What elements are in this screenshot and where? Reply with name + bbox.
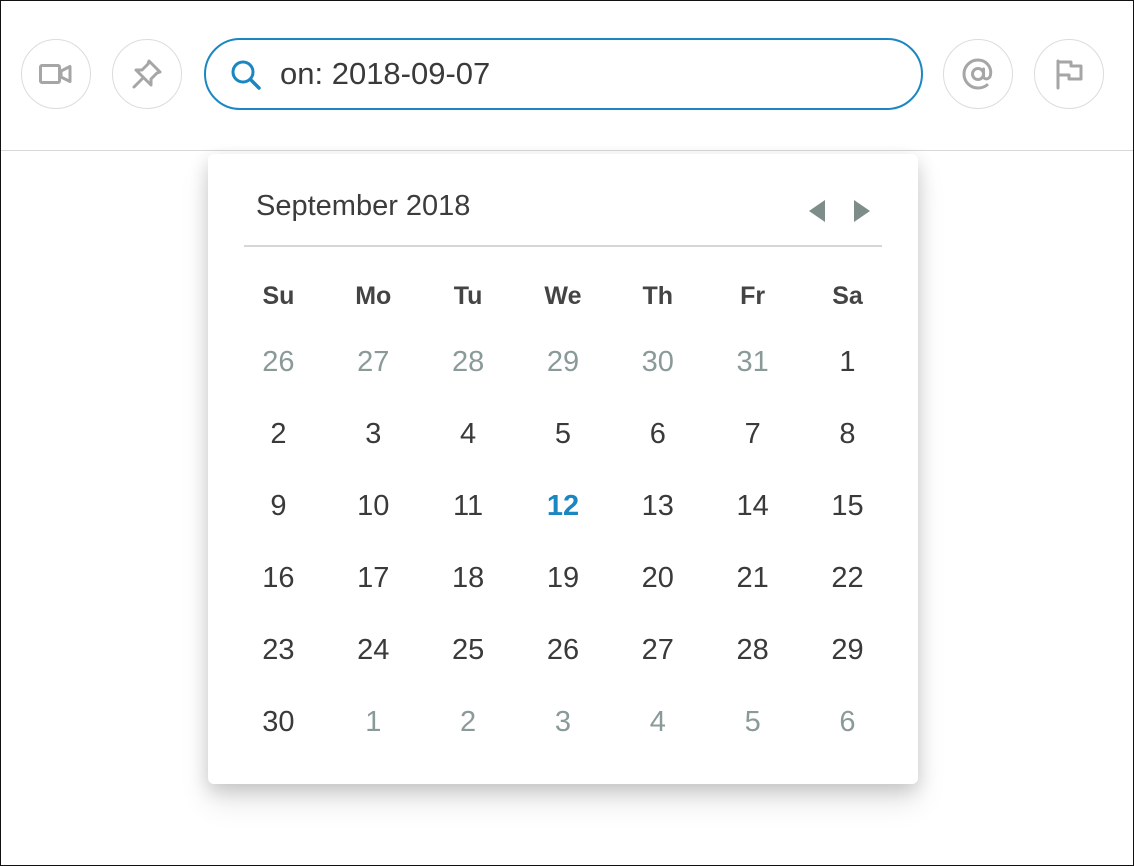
calendar-day-today[interactable]: 12 [516, 470, 611, 542]
calendar-day-outside-month[interactable]: 27 [326, 326, 421, 398]
weekday-label: Tu [453, 282, 483, 310]
calendar-day-outside-month[interactable]: 1 [326, 686, 421, 758]
calendar-day[interactable]: 16 [231, 542, 326, 614]
calendar-day[interactable]: 21 [705, 542, 800, 614]
weekday-label: Th [642, 282, 674, 310]
calendar-day[interactable]: 19 [516, 542, 611, 614]
calendar-day[interactable]: 22 [800, 542, 895, 614]
calendar-day[interactable]: 28 [705, 614, 800, 686]
calendar-day-outside-month[interactable]: 30 [610, 326, 705, 398]
weekday-label: Sa [832, 282, 863, 310]
next-month-button[interactable] [851, 198, 873, 224]
weekday-label: We [544, 282, 582, 310]
calendar-day[interactable]: 29 [800, 614, 895, 686]
weekday-label: Su [262, 282, 295, 310]
previous-month-button[interactable] [806, 198, 828, 224]
calendar-month-title: September 2018 [256, 190, 471, 222]
calendar-day-outside-month[interactable]: 4 [610, 686, 705, 758]
flagged-posts-button[interactable] [1034, 39, 1104, 109]
calendar-day[interactable]: 6 [610, 398, 705, 470]
calendar-day-outside-month[interactable]: 3 [516, 686, 611, 758]
calendar-day[interactable]: 2 [231, 398, 326, 470]
calendar-day-outside-month[interactable]: 26 [231, 326, 326, 398]
calendar-day[interactable]: 14 [705, 470, 800, 542]
calendar-day[interactable]: 15 [800, 470, 895, 542]
date-picker-popover: September 2018 Su Mo Tu We Th Fr Sa 26 27 28 29 30… [208, 154, 918, 784]
search-box[interactable] [204, 38, 923, 110]
calendar-day[interactable]: 20 [610, 542, 705, 614]
calendar-divider [244, 245, 882, 247]
calendar-day[interactable]: 8 [800, 398, 895, 470]
calendar-day[interactable]: 9 [231, 470, 326, 542]
weekday-header-row: Su Mo Tu We Th Fr Sa [231, 276, 895, 316]
calendar-day[interactable]: 17 [326, 542, 421, 614]
app-frame: September 2018 SuMoTuWeThFrSa 2627282930… [0, 0, 1134, 866]
search-header [1, 1, 1133, 151]
calendar-day-outside-month[interactable]: 31 [705, 326, 800, 398]
calendar-day[interactable]: 11 [421, 470, 516, 542]
calendar-day[interactable]: 26 [516, 614, 611, 686]
calendar-day-outside-month[interactable]: 28 [421, 326, 516, 398]
calendar-day[interactable]: 5 [516, 398, 611, 470]
calendar-day-outside-month[interactable]: 6 [800, 686, 895, 758]
calendar-day[interactable]: 25 [421, 614, 516, 686]
search-icon [231, 60, 261, 90]
recent-mentions-button[interactable] [943, 39, 1013, 109]
pinned-messages-button[interactable] [112, 39, 182, 109]
calendar-day[interactable]: 13 [610, 470, 705, 542]
video-call-button[interactable] [21, 39, 91, 109]
calendar-day[interactable]: 24 [326, 614, 421, 686]
calendar-day[interactable]: 1 [800, 326, 895, 398]
calendar-day[interactable]: 4 [421, 398, 516, 470]
calendar-day[interactable]: 18 [421, 542, 516, 614]
weekday-label: Fr [740, 282, 766, 310]
triangle-left-icon [809, 200, 825, 222]
video-camera-icon [39, 64, 72, 84]
weekday-label: Mo [355, 282, 392, 310]
search-input[interactable] [280, 52, 900, 96]
calendar-day[interactable]: 27 [610, 614, 705, 686]
calendar-day[interactable]: 3 [326, 398, 421, 470]
flag-icon [1056, 59, 1083, 90]
calendar-day[interactable]: 23 [231, 614, 326, 686]
calendar-day-grid: 26 27 28 29 30 31 1 2 3 4 5 6 7 8 9 10 11 12 13 14 15 16 17 18 1… [231, 326, 895, 758]
calendar-day[interactable]: 30 [231, 686, 326, 758]
triangle-right-icon [854, 200, 870, 222]
calendar-day-outside-month[interactable]: 5 [705, 686, 800, 758]
calendar-day[interactable]: 10 [326, 470, 421, 542]
at-mention-icon [962, 58, 993, 90]
calendar-day[interactable]: 7 [705, 398, 800, 470]
pin-icon [132, 59, 162, 89]
calendar-day-outside-month[interactable]: 29 [516, 326, 611, 398]
calendar-day-outside-month[interactable]: 2 [421, 686, 516, 758]
